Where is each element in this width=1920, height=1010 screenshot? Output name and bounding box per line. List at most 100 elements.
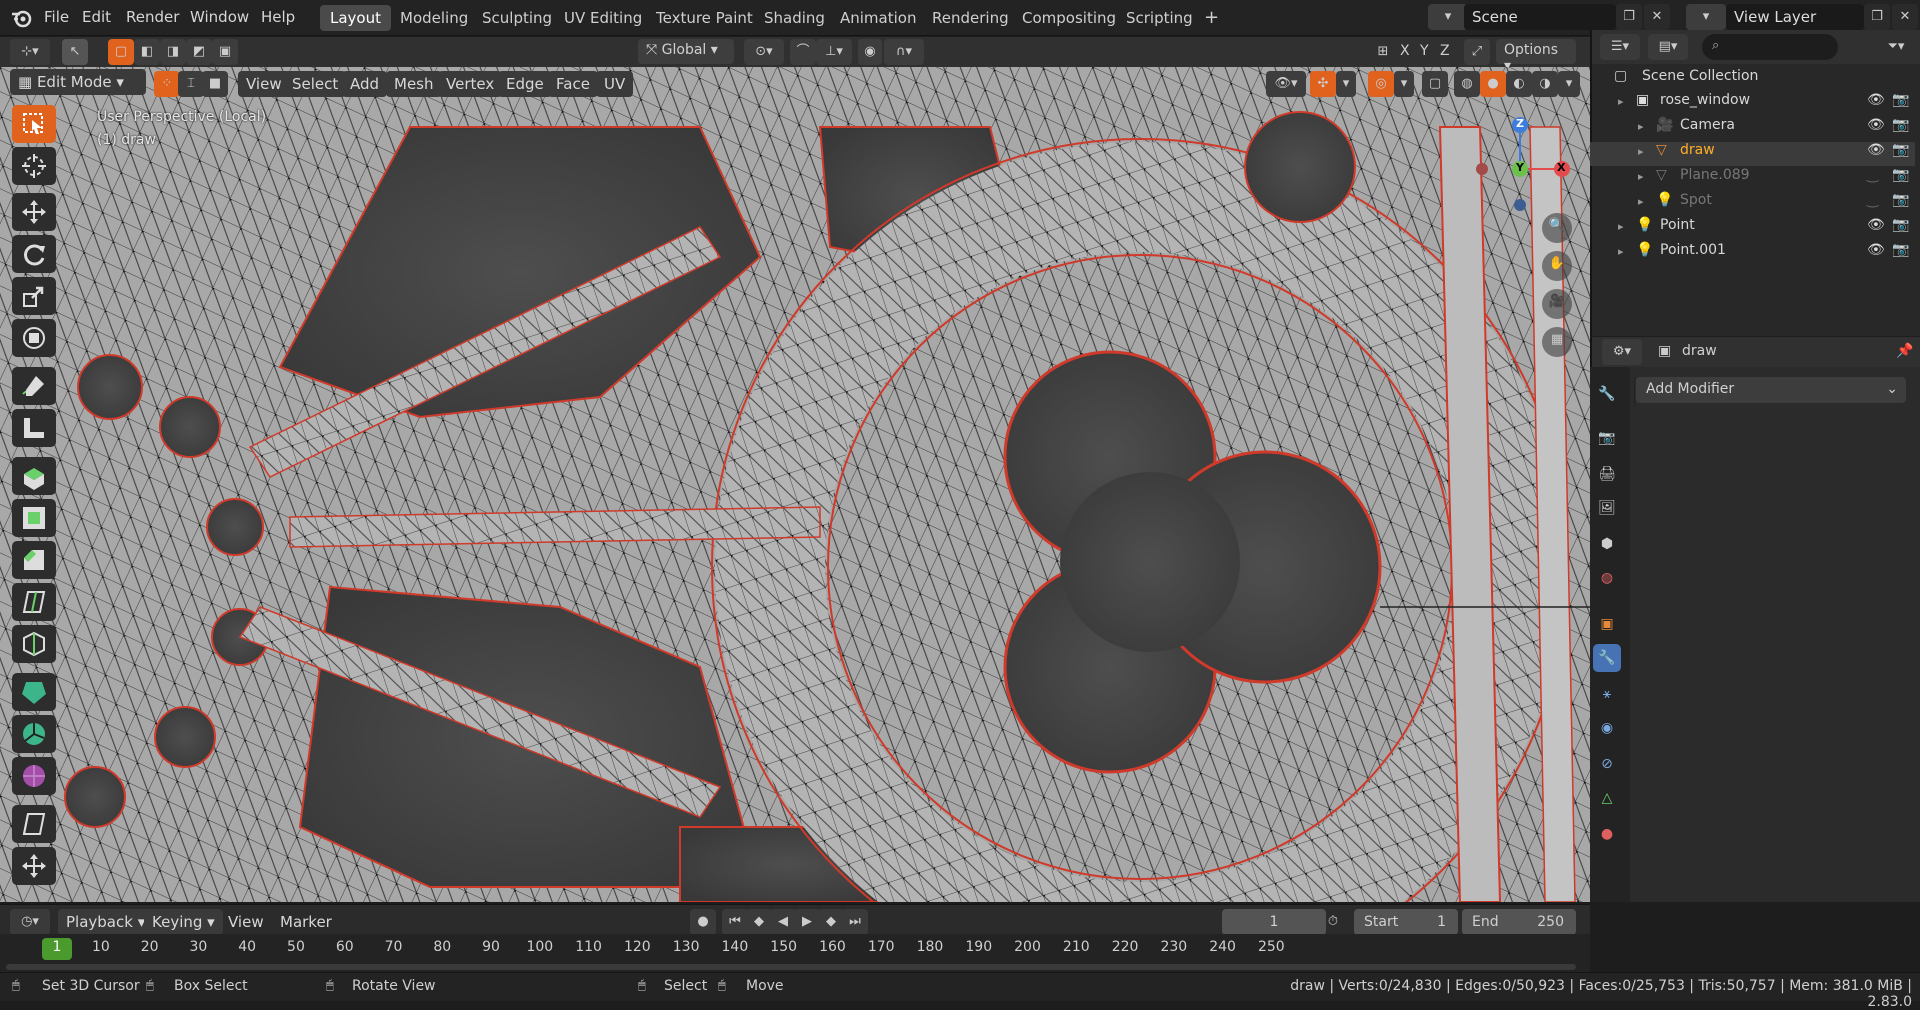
constraints-tab-icon[interactable]: ⊘ (1593, 750, 1621, 778)
edge-select-icon[interactable]: ⌶ (178, 71, 204, 97)
render-camera-icon[interactable]: 📷 (1892, 217, 1909, 233)
visibility-icon[interactable]: 👁▾ (1266, 71, 1306, 97)
pivot-point-icon[interactable]: ⊙▾ (744, 39, 784, 65)
mode-dropdown[interactable]: ▦ Edit Mode ▾ (10, 69, 146, 95)
snap-target-icon[interactable]: ⊥▾ (816, 39, 852, 65)
record-icon[interactable]: ● (690, 909, 716, 935)
render-camera-icon[interactable]: 📷 (1892, 92, 1909, 108)
extrude-tool[interactable] (12, 457, 56, 495)
timeline-marker-menu[interactable]: Marker (272, 909, 340, 935)
viewport-menu-vertex[interactable]: Vertex (438, 71, 503, 97)
snap-icon[interactable]: ⌒ (790, 39, 816, 65)
data-tab-icon[interactable]: △ (1593, 784, 1621, 812)
tool-tab-icon[interactable]: 🔧 (1593, 380, 1621, 408)
outliner-item[interactable]: ▸ ▣ rose_window 👁 📷 (1590, 92, 1915, 116)
viewport-menu-view[interactable]: View (238, 71, 290, 97)
outliner-item[interactable]: ▸ 💡 Spot ‿ 📷 (1590, 192, 1915, 216)
timeline-editor-type-icon[interactable]: ◷▾ (10, 909, 50, 935)
orientation-dropdown[interactable]: ⤧ Global ▾ (638, 39, 734, 64)
viewport-3d[interactable]: ▦ Edit Mode ▾ ⁘ ⌶ ■ View Select Add Mesh… (0, 67, 1590, 902)
viewport-menu-add[interactable]: Add (342, 71, 388, 97)
tab-sculpting[interactable]: Sculpting (472, 5, 562, 31)
jump-end-icon[interactable]: ⏭ (842, 909, 868, 935)
view-layer-browse-icon[interactable]: ▾ (1686, 4, 1726, 30)
current-frame-field[interactable]: 1 (1222, 909, 1326, 935)
visibility-eye-icon[interactable]: 👁 (1867, 217, 1885, 233)
object-tab-icon[interactable]: ▣ (1593, 610, 1621, 638)
select-tool-icon[interactable]: ↖ (62, 39, 88, 65)
render-camera-icon[interactable]: 📷 (1892, 242, 1909, 258)
tab-layout[interactable]: Layout (320, 5, 391, 31)
pin-icon[interactable]: 📌 (1896, 343, 1913, 359)
timeline-scrollbar[interactable] (6, 964, 1576, 970)
camera-view-icon[interactable]: 🎥 (1542, 289, 1572, 319)
cursor-tool[interactable] (12, 147, 56, 185)
menu-help[interactable]: Help (261, 8, 295, 26)
jump-start-icon[interactable]: ⏮ (722, 909, 748, 935)
filter-icon[interactable]: ⏷▾ (1876, 34, 1916, 60)
view-layer-field[interactable]: View Layer (1726, 4, 1864, 30)
start-frame-field[interactable]: Start 1 (1354, 909, 1458, 935)
timeline-view-menu[interactable]: View (220, 909, 272, 935)
blender-logo-icon[interactable] (10, 6, 34, 30)
scene-tab-icon[interactable]: ⬢ (1593, 530, 1621, 558)
auto-merge-icon[interactable]: ⤢ (1464, 39, 1490, 65)
xray-icon[interactable]: ▢ (1422, 71, 1448, 97)
particles-tab-icon[interactable]: ⚹ (1593, 680, 1621, 708)
scale-tool[interactable] (12, 277, 56, 315)
solid-shading-icon[interactable]: ● (1480, 71, 1506, 97)
stopwatch-icon[interactable]: ⏱ (1320, 909, 1346, 935)
viewport-menu-select[interactable]: Select (284, 71, 347, 97)
add-modifier-dropdown[interactable]: Add Modifier ⌄ (1636, 377, 1906, 403)
play-icon[interactable]: ▶ (794, 909, 820, 935)
scene-browse-icon[interactable]: ▾ (1428, 4, 1468, 30)
editor-type-icon[interactable]: ⊹▾ (10, 39, 50, 65)
perspective-toggle-icon[interactable]: ▦ (1542, 327, 1572, 357)
expand-arrow-icon[interactable]: ▸ (1638, 120, 1644, 133)
render-camera-icon[interactable]: 📷 (1892, 142, 1909, 158)
tab-uv-editing[interactable]: UV Editing (554, 5, 652, 31)
zoom-icon[interactable]: 🔍 (1542, 213, 1572, 243)
tab-compositing[interactable]: Compositing (1012, 5, 1126, 31)
timeline-keying-menu[interactable]: Keying ▾ (144, 909, 223, 935)
overlays-icon[interactable]: ◎ (1368, 71, 1394, 97)
poly-build-tool[interactable] (12, 673, 56, 711)
properties-editor-type-icon[interactable]: ⚙▾ (1602, 339, 1642, 365)
tab-texture-paint[interactable]: Texture Paint (646, 5, 763, 31)
outliner-item[interactable]: ▸ 💡 Point.001 👁 📷 (1590, 242, 1915, 266)
transform-tool[interactable] (12, 319, 56, 357)
expand-arrow-icon[interactable]: ▸ (1638, 145, 1644, 158)
knife-tool[interactable] (12, 625, 56, 663)
tab-scripting[interactable]: Scripting (1116, 5, 1203, 31)
shading-dropdown-icon[interactable]: ▾ (1558, 71, 1580, 97)
menu-edit[interactable]: Edit (82, 8, 111, 26)
delete-view-layer-icon[interactable]: ✕ (1892, 4, 1918, 30)
falloff-icon[interactable]: ∩▾ (884, 39, 924, 65)
visibility-eye-icon[interactable]: 👁 (1867, 142, 1885, 158)
world-tab-icon[interactable]: ◍ (1593, 564, 1621, 592)
menu-file[interactable]: File (44, 8, 69, 26)
render-camera-icon[interactable]: 📷 (1892, 117, 1909, 133)
overlays-dropdown-icon[interactable]: ▾ (1394, 71, 1414, 97)
output-tab-icon[interactable]: 🖨 (1593, 460, 1621, 488)
tab-rendering[interactable]: Rendering (922, 5, 1019, 31)
expand-arrow-icon[interactable]: ▸ (1638, 170, 1644, 183)
visibility-eye-icon[interactable]: 👁 (1867, 117, 1885, 133)
shear-tool[interactable] (12, 805, 56, 843)
tab-shading[interactable]: Shading (754, 5, 835, 31)
proportional-edit-icon[interactable]: ◉ (858, 39, 882, 65)
tab-animation[interactable]: Animation (830, 5, 926, 31)
visibility-eye-icon[interactable]: ‿ (1867, 192, 1878, 208)
viewport-menu-mesh[interactable]: Mesh (386, 71, 442, 97)
rotate-tool[interactable] (12, 235, 56, 273)
mirror-x-toggle[interactable]: X (1400, 43, 1410, 59)
spin-tool[interactable] (12, 715, 56, 753)
visibility-eye-icon[interactable]: ‿ (1867, 167, 1878, 183)
new-scene-icon[interactable]: ❐ (1616, 4, 1642, 30)
material-shading-icon[interactable]: ◐ (1506, 71, 1532, 97)
smooth-tool[interactable] (12, 757, 56, 795)
select-mode-new-icon[interactable]: ▢ (108, 39, 134, 65)
viewport-menu-uv[interactable]: UV (596, 71, 634, 97)
mirror-y-toggle[interactable]: Y (1420, 43, 1429, 59)
expand-arrow-icon[interactable]: ▸ (1638, 195, 1644, 208)
